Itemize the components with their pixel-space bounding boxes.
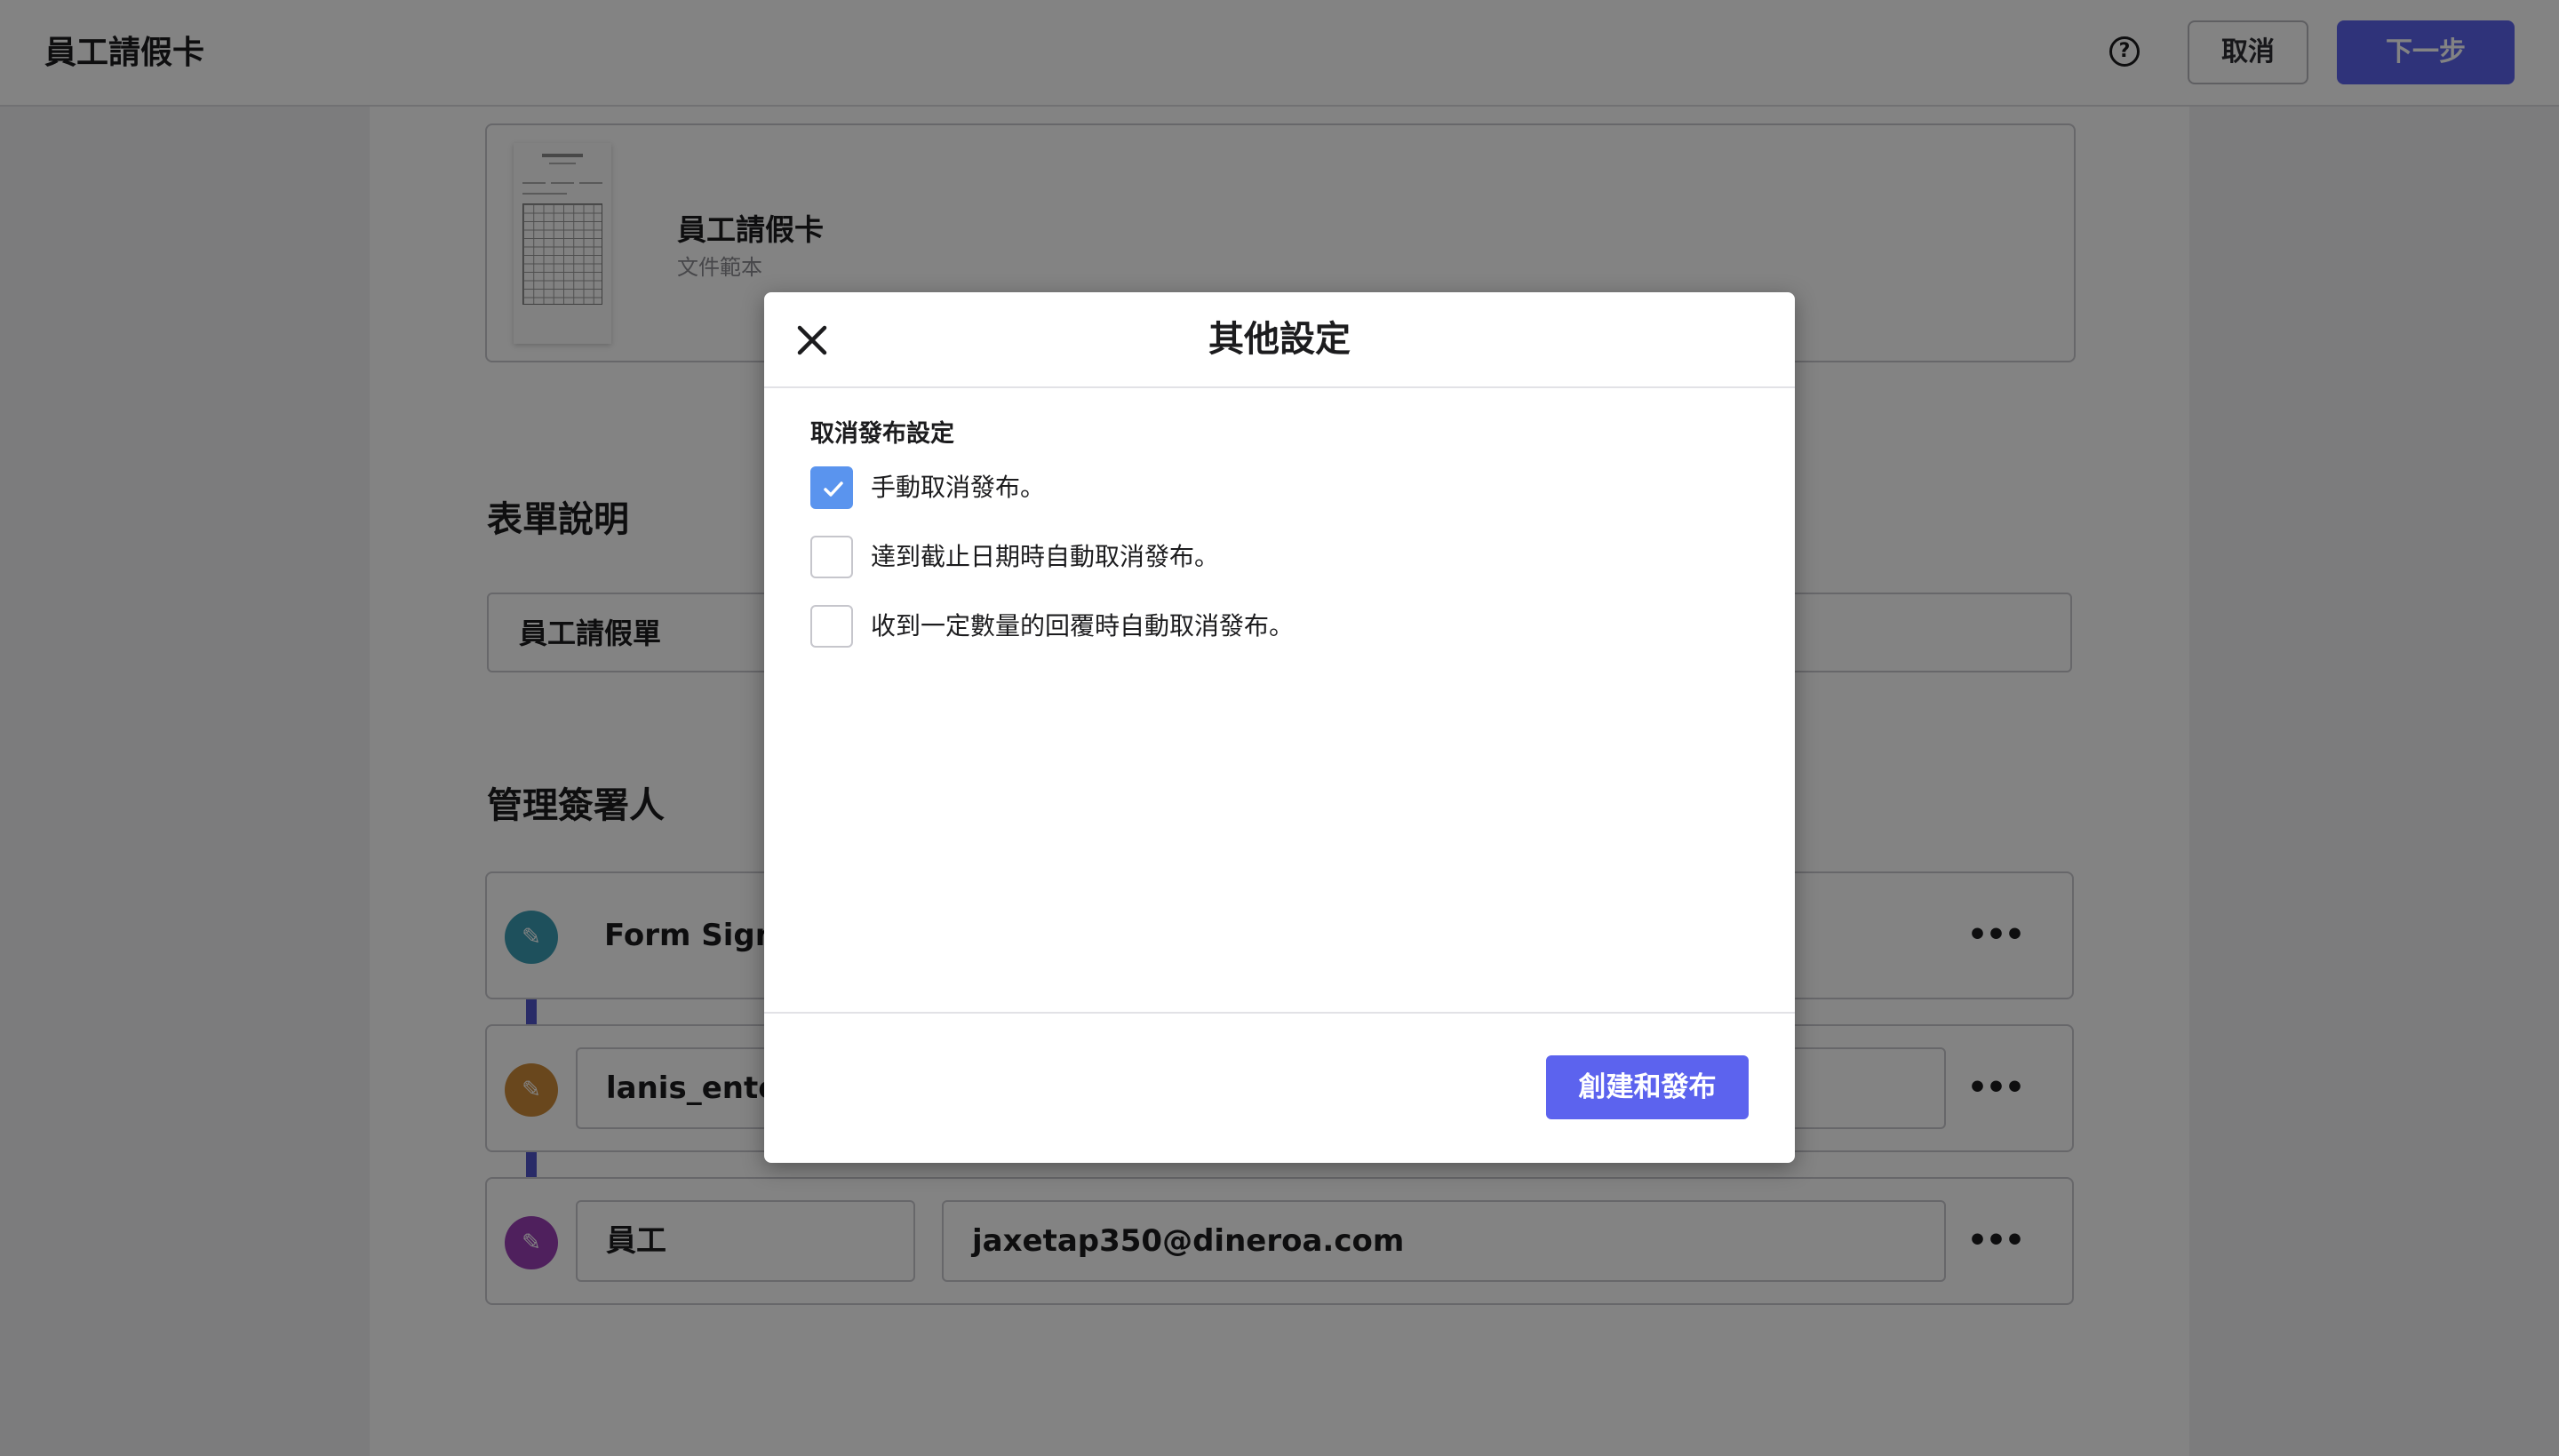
modal-header: 其他設定 [764,292,1795,388]
checkbox-checked[interactable] [810,466,853,509]
modal-title: 其他設定 [1208,319,1351,360]
create-and-publish-button[interactable]: 創建和發布 [1546,1055,1749,1119]
check-icon [824,481,843,497]
unpublish-settings-label: 取消發布設定 [810,420,954,448]
settings-modal: 其他設定 取消發布設定 手動取消發布。 達到截止日期時自動取消發布。 收到一定數… [764,292,1795,1163]
option-label: 達到截止日期時自動取消發布。 [871,542,1220,571]
checkbox[interactable] [810,605,853,648]
option-label: 手動取消發布。 [871,473,1046,502]
option-label: 收到一定數量的回覆時自動取消發布。 [871,611,1295,640]
checkbox[interactable] [810,536,853,578]
modal-footer-divider [764,1012,1795,1014]
